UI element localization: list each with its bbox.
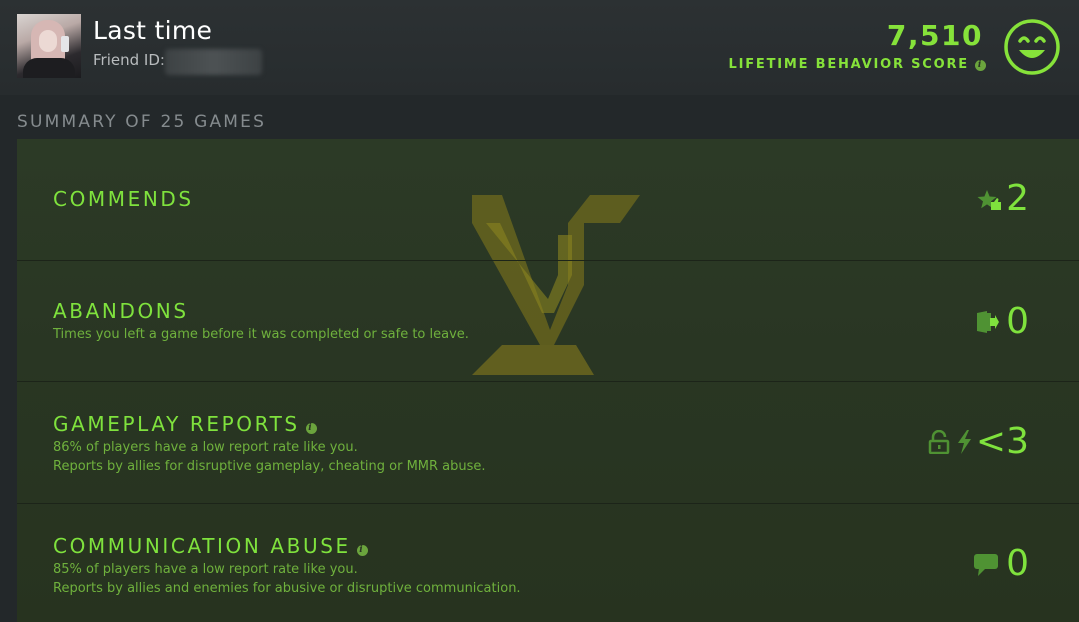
- summary-panel: COMMENDS 2 ABANDONS Times you left a gam…: [17, 139, 1079, 622]
- row-title: ABANDONS: [53, 299, 189, 323]
- row-description: Times you left a game before it was comp…: [53, 327, 469, 342]
- player-name: Last time: [93, 16, 213, 45]
- behavior-score-value: 7,510: [886, 19, 983, 52]
- lock-icon: [928, 430, 950, 454]
- row-description: 86% of players have a low report rate li…: [53, 440, 358, 455]
- gameplay-reports-value: <3: [975, 421, 1029, 462]
- row-title: COMMUNICATION ABUSE: [53, 534, 351, 558]
- behavior-score-label-text: LIFETIME BEHAVIOR SCORE: [728, 57, 969, 72]
- lightning-icon: [958, 430, 971, 454]
- exit-door-icon: [977, 311, 999, 333]
- behavior-score-label: LIFETIME BEHAVIOR SCORE i: [728, 57, 986, 72]
- row-description-2: Reports by allies and enemies for abusiv…: [53, 581, 521, 596]
- row-title-wrap: GAMEPLAY REPORTS i: [53, 412, 317, 436]
- star-thumb-icon: [977, 190, 1001, 210]
- smiley-face-icon: [1004, 19, 1060, 75]
- friend-id-redacted: [165, 49, 262, 75]
- communication-abuse-value: 0: [1006, 543, 1029, 584]
- row-title: COMMENDS: [53, 187, 194, 211]
- commends-row: COMMENDS 2: [17, 139, 1079, 259]
- row-title: GAMEPLAY REPORTS: [53, 412, 300, 436]
- row-title-wrap: COMMUNICATION ABUSE i: [53, 534, 368, 558]
- gameplay-reports-row: GAMEPLAY REPORTS i 86% of players have a …: [17, 381, 1079, 502]
- row-description-2: Reports by allies for disruptive gamepla…: [53, 459, 486, 474]
- info-icon[interactable]: i: [975, 60, 986, 71]
- friend-id-label: Friend ID:: [93, 51, 165, 69]
- abandons-row: ABANDONS Times you left a game before it…: [17, 260, 1079, 381]
- info-icon[interactable]: i: [356, 545, 368, 556]
- abandons-value: 0: [1006, 301, 1029, 342]
- chat-bubble-icon: [974, 554, 998, 576]
- avatar[interactable]: [17, 14, 81, 78]
- profile-header: Last time Friend ID: 7,510 LIFETIME BEHA…: [0, 0, 1079, 95]
- info-icon[interactable]: i: [305, 423, 317, 434]
- communication-abuse-row: COMMUNICATION ABUSE i 85% of players have…: [17, 503, 1079, 622]
- commends-value: 2: [1006, 178, 1029, 219]
- row-description: 85% of players have a low report rate li…: [53, 562, 358, 577]
- summary-title: SUMMARY OF 25 GAMES: [17, 112, 267, 132]
